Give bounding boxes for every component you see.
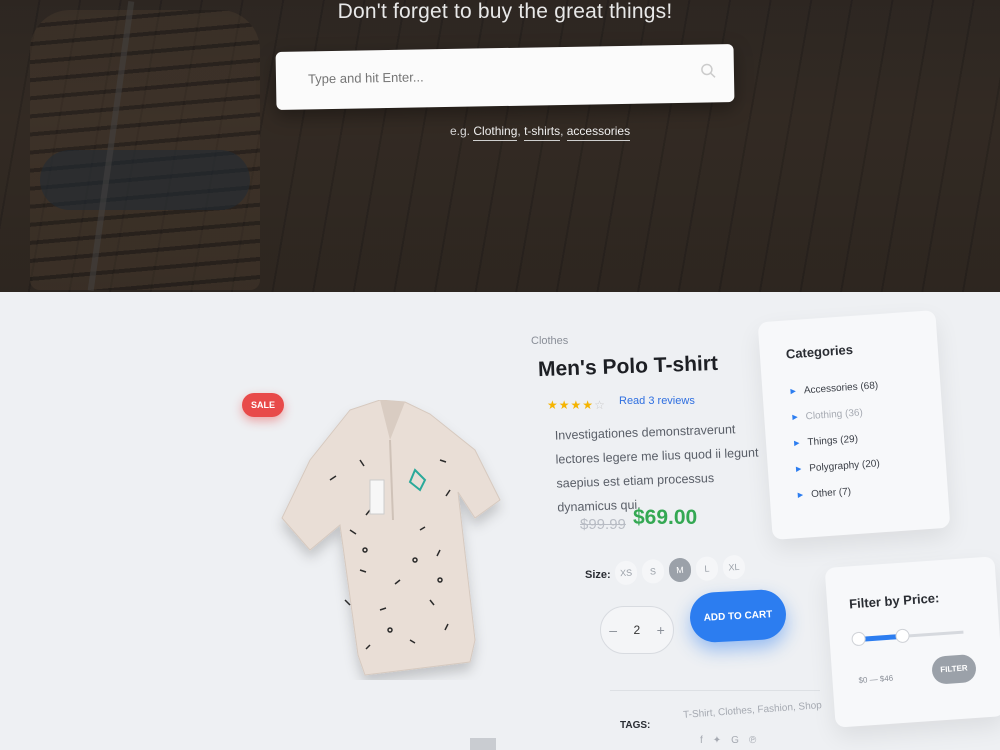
size-option-m[interactable]: M: [668, 557, 692, 583]
star-icon: ★: [558, 398, 570, 412]
categories-list: ▶ Accessories (68) ▶ Clothing (36) ▶ Things…: [790, 372, 887, 508]
divider: [610, 690, 820, 691]
star-empty-icon: ☆: [594, 398, 605, 412]
category-item[interactable]: ▶ Other (7): [797, 476, 886, 508]
price-range-fill: [861, 634, 898, 642]
quantity-increase-button[interactable]: +: [657, 622, 665, 638]
facebook-icon[interactable]: f: [700, 735, 703, 746]
hero-headline: Don't forget to buy the great things!: [337, 0, 673, 23]
twitter-icon[interactable]: ✦: [713, 735, 721, 746]
category-label: Things (29): [807, 433, 859, 448]
search-hints: e.g. Clothing, t-shirts, accessories: [450, 124, 631, 141]
size-option-l[interactable]: L: [695, 556, 719, 582]
quantity-value[interactable]: 2: [633, 623, 640, 637]
search-icon[interactable]: [700, 62, 716, 78]
search-input[interactable]: [307, 65, 669, 87]
search-box[interactable]: [275, 44, 735, 110]
pinterest-icon[interactable]: ℗: [749, 735, 756, 746]
price-range-value: $0 — $46: [858, 673, 894, 686]
hero-banner: Don't forget to buy the great things! e.…: [0, 0, 1000, 292]
categories-widget: Categories ▶ Accessories (68) ▶ Clothing (…: [757, 310, 951, 540]
caret-right-icon: ▶: [797, 491, 804, 500]
quantity-decrease-button[interactable]: –: [609, 622, 617, 638]
price-range-min-handle[interactable]: [851, 631, 867, 647]
tags-label: TAGS:: [620, 720, 651, 731]
hero-overlay: [0, 0, 1000, 292]
price-filter-widget: Filter by Price: $0 — $46 FILTER: [824, 556, 1000, 728]
hint-link-clothing[interactable]: Clothing: [473, 124, 518, 141]
category-label: Accessories (68): [803, 379, 879, 396]
size-option-xs[interactable]: XS: [614, 560, 638, 586]
categories-title: Categories: [785, 341, 854, 362]
category-label: Other (7): [810, 485, 852, 500]
size-option-s[interactable]: S: [641, 558, 665, 584]
category-label: Polygraphy (20): [808, 457, 881, 474]
star-icon: ★: [547, 398, 558, 412]
price-range-max-handle[interactable]: [895, 628, 911, 644]
size-option-xl[interactable]: XL: [722, 554, 746, 580]
category-label: Clothing (36): [805, 406, 864, 422]
hint-link-tshirts[interactable]: t-shirts: [524, 124, 561, 141]
sale-price: $69.00: [633, 506, 698, 529]
size-label: Size:: [585, 569, 611, 581]
shirt-image: [281, 399, 501, 676]
caret-right-icon: ▶: [795, 465, 802, 474]
social-share: f ✦ G ℗: [700, 735, 756, 746]
rating-stars: ★ ★ ★ ★ ☆: [547, 398, 605, 412]
read-reviews-link[interactable]: Read 3 reviews: [619, 395, 695, 407]
add-to-cart-button[interactable]: ADD TO CART: [688, 588, 788, 644]
filter-button[interactable]: FILTER: [931, 653, 977, 685]
caret-right-icon: ▶: [793, 439, 800, 448]
google-plus-icon[interactable]: G: [731, 735, 739, 746]
thumbnail-image[interactable]: [470, 738, 496, 750]
price-filter-title: Filter by Price:: [848, 590, 940, 612]
product-image[interactable]: [270, 399, 510, 680]
quantity-stepper: – 2 +: [600, 606, 674, 654]
old-price: $99.99: [580, 516, 626, 533]
hint-link-accessories[interactable]: accessories: [566, 124, 631, 141]
caret-right-icon: ▶: [790, 387, 797, 396]
product-category[interactable]: Clothes: [531, 335, 568, 347]
star-half-icon: ★: [582, 398, 594, 412]
hint-prefix: e.g.: [450, 124, 471, 138]
star-icon: ★: [570, 398, 582, 412]
caret-right-icon: ▶: [792, 413, 798, 422]
product-description: Investigationes demonstraverunt lectores…: [554, 422, 759, 515]
